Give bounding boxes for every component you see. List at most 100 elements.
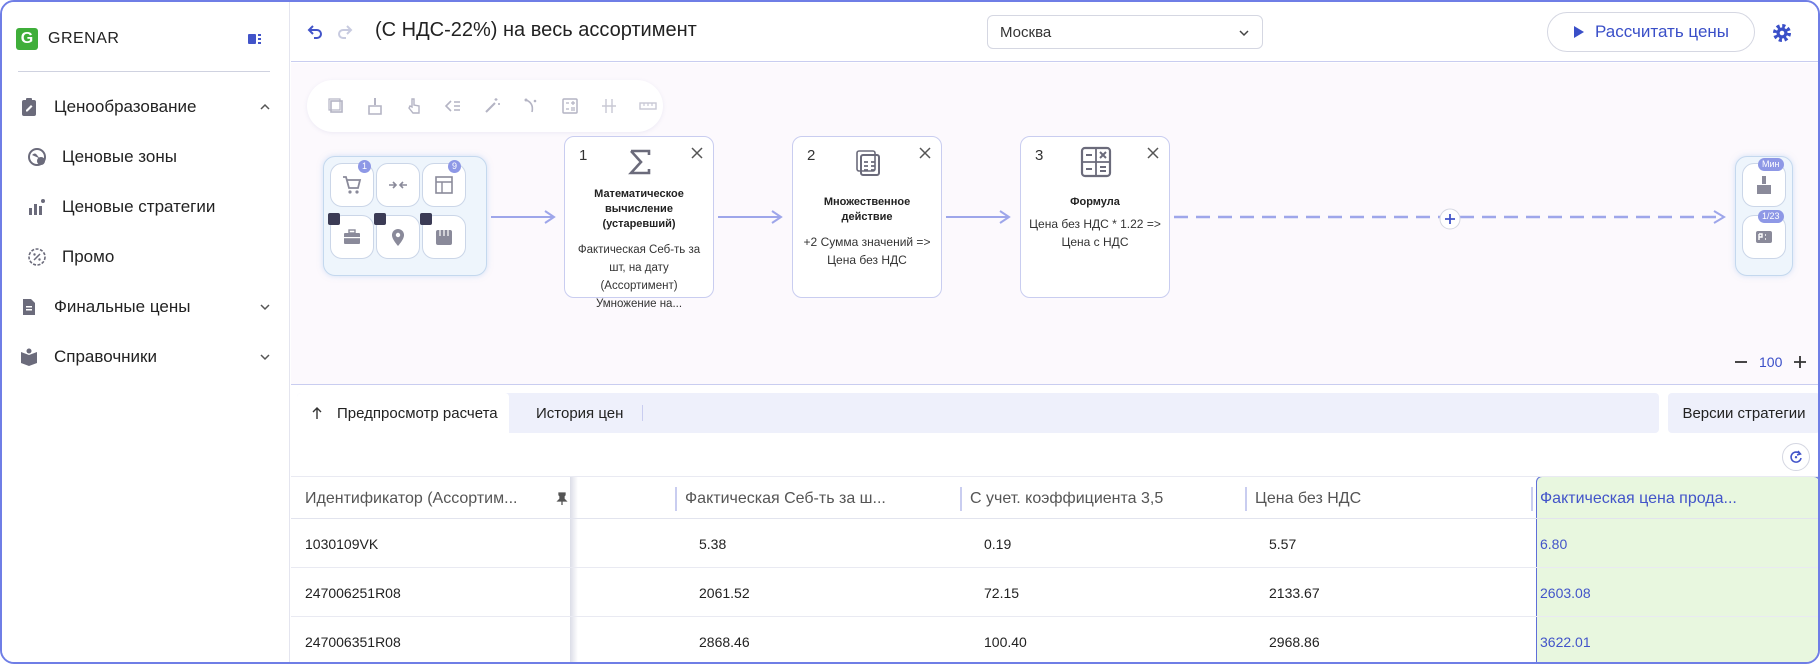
cell-blank — [579, 617, 593, 662]
marker-tag-icon — [420, 213, 432, 225]
cell-cost: 2061.52 — [699, 584, 750, 601]
table-row[interactable]: 247006351R08 2868.46 100.40 2968.86 3622… — [291, 617, 1818, 662]
column-header-price-no-vat[interactable]: Цена без НДС — [1247, 477, 1507, 520]
column-header-blank[interactable] — [579, 477, 669, 520]
branch-tool[interactable] — [517, 91, 546, 121]
merge-arrows-icon — [389, 181, 407, 189]
gear-icon[interactable] — [1771, 22, 1793, 44]
brush-icon — [1757, 176, 1771, 194]
tab-label: Версии стратегии — [1682, 404, 1806, 422]
zoom-level: 100 — [1759, 354, 1783, 370]
calculator-icon — [562, 98, 578, 114]
cell-actual-price: 3622.01 — [1540, 633, 1591, 650]
table-header: Идентификатор (Ассортим... Фактическая С… — [291, 476, 1818, 520]
redo-icon[interactable] — [335, 22, 355, 42]
source-merge[interactable] — [376, 163, 420, 207]
source-block-group[interactable]: 1 9 — [323, 156, 487, 276]
step-title: Множественное действие — [823, 196, 911, 223]
book-open-icon — [18, 346, 40, 368]
copy-table-tool[interactable] — [321, 91, 350, 121]
zoom-out-icon[interactable] — [1733, 354, 1749, 370]
brush-tool[interactable] — [360, 91, 389, 121]
sidebar-item-label: Промо — [62, 247, 115, 266]
tab-label: История цен — [536, 404, 624, 422]
calculator-tool[interactable] — [556, 91, 585, 121]
close-icon[interactable] — [919, 147, 931, 159]
sidebar-item-price-zones[interactable]: Ценовые зоны — [2, 132, 290, 182]
flow-arrow — [946, 210, 1011, 224]
table-row[interactable]: 1030109VK 5.38 0.19 5.57 6.80 — [291, 519, 1818, 568]
undo-icon[interactable] — [305, 22, 325, 42]
strategy-canvas[interactable]: 1 9 1 Математическое вычисление (устарев… — [291, 63, 1818, 385]
cell-price-no-vat: 2133.67 — [1269, 584, 1320, 601]
tab-price-history[interactable]: История цен — [536, 393, 644, 433]
map-pin-icon — [392, 229, 404, 246]
formula-calculator-icon — [1080, 146, 1112, 178]
step-description: +2 Сумма значений => Цена без НДС — [803, 235, 931, 267]
tab-strategy-versions[interactable]: Версии стратегии — [1668, 393, 1818, 433]
cell-id: 247006351R08 — [305, 633, 401, 650]
cell-actual-price: 6.80 — [1540, 535, 1568, 552]
result-badge-min: Мин — [1758, 158, 1784, 171]
add-step-icon[interactable] — [1439, 208, 1461, 230]
arrow-up-icon — [312, 407, 322, 419]
cell-cost: 2868.46 — [699, 633, 750, 650]
sidebar-item-final-prices[interactable]: Финальные цены — [2, 282, 290, 332]
flow-arrow — [491, 210, 556, 224]
column-header-actual-price[interactable]: Фактическая цена прода... — [1536, 477, 1818, 520]
column-header-coefficient[interactable]: С учет. коэффициента 3,5 — [962, 477, 1222, 520]
app-window: G GRENAR Ценообразование Ценовые зоны Це… — [0, 0, 1820, 664]
percent-badge-icon — [26, 246, 48, 268]
step-card-1[interactable]: 1 Математическое вычисление (устаревший)… — [564, 136, 714, 310]
page-title: (С НДС-22%) на весь ассортимент — [375, 19, 697, 41]
step-number: 1 — [579, 147, 588, 164]
ruler-tool[interactable] — [634, 91, 663, 121]
pin-icon[interactable] — [555, 492, 569, 506]
chevron-down-icon[interactable] — [258, 300, 272, 314]
tabs-bar: Предпросмотр расчета История цен — [297, 393, 1659, 433]
step-card-3[interactable]: 3 Формула Цена без НДС * 1.22 => Цена с … — [1020, 136, 1170, 298]
compare-tool[interactable] — [438, 91, 467, 121]
sidebar-item-pricing[interactable]: Ценообразование — [2, 82, 290, 132]
cell-actual-price: 2603.08 — [1540, 584, 1591, 601]
tab-preview[interactable]: Предпросмотр расчета — [297, 393, 509, 433]
city-select[interactable]: Москва — [987, 15, 1263, 49]
close-icon[interactable] — [1147, 147, 1159, 159]
sidebar-item-price-strategies[interactable]: Ценовые стратегии — [2, 182, 290, 232]
canvas-toolbar — [307, 80, 663, 132]
logo-text: GRENAR — [48, 30, 120, 47]
step-card-2[interactable]: 2 Множественное действие +2 Сумма значен… — [792, 136, 942, 298]
compare-icon — [444, 100, 460, 112]
store-icon — [436, 230, 452, 245]
bar-chart-icon — [26, 196, 48, 218]
source-badge-count: 9 — [448, 160, 462, 173]
sidebar-collapse-icon[interactable] — [246, 30, 264, 48]
ruler-icon — [639, 102, 658, 110]
cell-price-no-vat: 5.57 — [1269, 535, 1297, 552]
table-row[interactable]: 247006251R08 2061.52 72.15 2133.67 2603.… — [291, 568, 1818, 617]
column-header-cost[interactable]: Фактическая Себ-ть за ш... — [677, 477, 897, 520]
result-block-group[interactable]: Мин 1/23 — [1735, 156, 1793, 276]
logo[interactable]: G GRENAR — [16, 28, 119, 50]
magic-wand-tool[interactable] — [477, 91, 506, 121]
magic-wand-icon — [485, 98, 500, 113]
chevron-up-icon[interactable] — [258, 100, 272, 114]
cell-id: 1030109VK — [305, 535, 379, 552]
chevron-down-icon[interactable] — [258, 350, 272, 364]
column-header-id[interactable]: Идентификатор (Ассортим... — [291, 477, 556, 520]
refresh-button[interactable] — [1782, 443, 1810, 471]
source-badge-count: 1 — [358, 160, 372, 173]
close-icon[interactable] — [691, 147, 703, 159]
pointer-tool[interactable] — [399, 91, 428, 121]
step-number: 2 — [807, 147, 816, 164]
sidebar-item-promo[interactable]: Промо — [2, 232, 290, 282]
split-tool[interactable] — [595, 91, 624, 121]
zoom-in-icon[interactable] — [1792, 354, 1808, 370]
column-separator[interactable] — [1531, 487, 1533, 511]
calculate-prices-button[interactable]: Рассчитать цены — [1547, 12, 1755, 52]
step-title: Математическое вычисление (устаревший) — [594, 188, 684, 230]
city-select-value: Москва — [1000, 24, 1052, 41]
sidebar-item-references[interactable]: Справочники — [2, 332, 290, 382]
play-icon — [1573, 26, 1584, 38]
step-description: Фактическая Себ-ть за шт, на дату (Ассор… — [577, 244, 701, 310]
